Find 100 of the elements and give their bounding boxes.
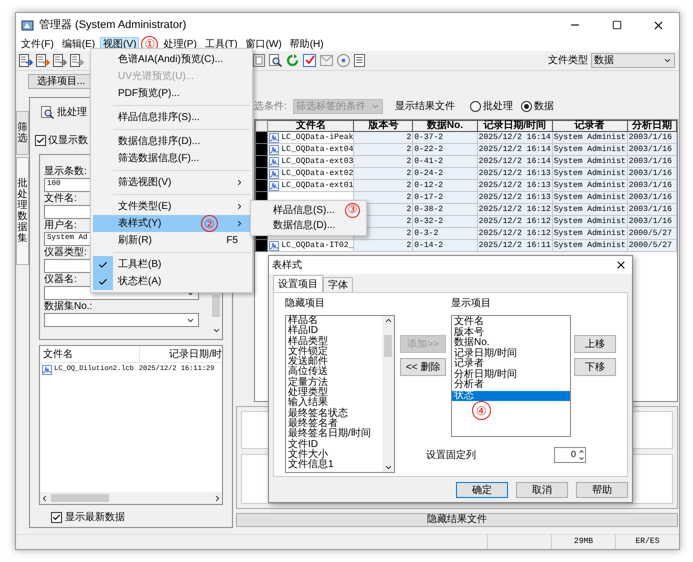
status-text: ER/ES [615,535,679,549]
table-cell: System Administ [552,144,628,156]
list-box[interactable]: 样品名 样品ID 样品类型 文件锁定 发送邮件 高位传送 定量方法 处理类型 输入结果 最终签名状态 最终签名者 最终签名日期/时间 文件ID 文件大小 文件信息1 [285,315,396,473]
radio-label: 数据 [534,100,554,114]
dialog-title: 表样式 [272,258,302,272]
file-name-text[interactable]: LC_OQData-ext04 [281,144,354,154]
list-item[interactable]: 样品类型 [288,336,382,347]
table-cell: 2000/5/27 [627,240,676,252]
dialog-button[interactable]: 取消 [516,482,568,498]
table-cell: 2025/12/2 16:13 [477,192,552,204]
table-cell: 0-17-2 [412,192,478,204]
table-cell: System Administ [552,180,628,192]
list-item[interactable]: 文件信息1 [288,460,382,470]
column-header[interactable]: 记录日期/时 [140,346,222,362]
hide-result-button[interactable]: 隐藏结果文件 [236,513,678,527]
table-cell: 2003/1/16 [627,168,676,180]
list-item[interactable]: 发送邮件 [288,357,382,368]
move-down-button[interactable]: 下移 [574,358,616,376]
side-tab[interactable]: 批处理数据集 [16,157,29,265]
file-type-dropdown[interactable]: 数据 [591,53,675,68]
list-item[interactable]: 文件名 [452,317,570,328]
list-label: 显示项目 [451,297,492,311]
panel-title: 批处理 [57,106,87,120]
list-item[interactable]: 最终签名状态 [288,408,382,419]
table-cell: 0-12-2 [412,180,478,192]
list-item[interactable]: 分析者 [452,380,570,390]
table-cell: 2003/1/16 [627,216,676,228]
step-marker: ④ [472,401,491,420]
menu-item[interactable]: 筛选数据信息(F)... [93,150,250,167]
table-cell: 0-24-2 [412,168,478,180]
file-name-text[interactable]: LC_OQData-ext02 [281,168,354,178]
column-header[interactable]: 分析日期 [627,120,676,132]
menu-item[interactable]: 数据信息排序(D)... [93,133,250,150]
list-item[interactable]: 数据No. [452,338,570,348]
table-cell: 2025/12/2 16:13 [477,180,552,192]
table-cell: 2003/1/16 [627,180,676,192]
menu-bar-item[interactable]: 处理(P) [160,37,200,51]
menu-item[interactable]: 文件类型(E) [93,198,250,215]
menu-item[interactable]: 状态栏(A) [93,273,250,290]
table-cell: System Administ [552,240,628,252]
table-cell: 0-37-2 [412,132,478,144]
menu-item[interactable]: 刷新(R) F5 [93,232,250,249]
file-name-text[interactable]: LC_OQData-ext03 [281,156,354,166]
list-item[interactable]: 记录日期/时间 [452,348,570,359]
list-item[interactable]: 文件ID [288,440,382,450]
list-item[interactable]: 样品ID [288,326,382,337]
menu-item[interactable]: 表样式(Y) ② [93,215,250,232]
table-cell: 0-3-2 [412,228,478,240]
tab[interactable]: 字体 [323,277,353,292]
menu-item[interactable]: 色谱AIA(Andi)预览(C)... [93,51,250,68]
table-cell: 2025/12/2 16:14 [477,156,552,168]
table-cell: 2 [354,156,413,168]
file-type-label: 文件类型 [548,54,588,68]
table-cell: 2 [354,240,413,252]
list-item[interactable]: 分析日期/时间 [452,370,570,380]
remove-button[interactable]: << 删除 [400,358,446,376]
menu-item[interactable]: PDF预览(P)... [93,85,250,102]
table-cell: 2 [354,168,413,180]
checkbox-label: 显示最新数据 [65,510,125,524]
show-result-label: 显示结果文件 [394,100,455,114]
menu-bar-item[interactable]: 窗口(W) [242,37,285,51]
file-name-text[interactable]: LC_OQData-IT02_ [281,240,354,250]
table-cell: 2 [354,180,413,192]
menu-item[interactable]: 样品信息排序(S)... [93,109,250,126]
table-cell: System Administ [552,204,628,216]
menu-item[interactable]: 筛选视图(V) [93,174,250,191]
list-item[interactable]: 记录者 [452,359,570,370]
field-label: 用户名: [44,219,77,232]
table-cell: 2025/12/2 16:11 [477,240,552,252]
table-cell: System Administ [552,216,628,228]
file-name-text[interactable]: LC_OQData-iPeak [281,132,354,142]
file-name-text[interactable]: LC_OQData-ext01 [281,180,354,190]
field-label: 数据集No.: [44,300,92,313]
list-item[interactable]: 版本号 [452,328,570,338]
table-cell: System Administ [552,192,628,204]
dialog-button[interactable]: 确定 [456,482,508,498]
menu-item[interactable]: 工具栏(B) [93,256,250,273]
field-label: 仪器名: [44,273,77,286]
side-tab[interactable]: 筛选 [16,111,29,155]
list-label: 隐藏项目 [285,297,326,311]
field-label: 显示条数: [44,165,87,178]
table-cell: 2025/12/2 16:14 [477,144,552,156]
table-cell: 2025/12/2 16:13 [477,168,552,180]
table-cell: 0-22-2 [412,144,478,156]
menu-bar-item[interactable]: 文件(F) [18,37,57,51]
column-header[interactable]: 数据No. [412,120,478,132]
list-item[interactable]: 高位传送 [288,367,382,378]
menu-bar-item[interactable]: 编辑(E) [58,37,98,51]
menu-bar-item[interactable]: 帮助(H) [286,37,327,51]
table-cell: 2 [354,144,413,156]
checkbox-label: 仅显示数 [48,134,88,148]
column-header[interactable]: 文件名 [40,346,140,362]
dialog-button[interactable]: 帮助 [576,482,628,498]
tab[interactable]: 设置项目 [273,275,323,292]
table-cell: 0-32-2 [412,216,478,228]
list-item[interactable]: 输入结果 [288,398,382,409]
list-item[interactable]: 最终签名日期/时间 [288,429,382,440]
move-up-button[interactable]: 上移 [574,335,616,353]
spinner-field[interactable]: 0 [554,447,586,463]
table-cell: 0-14-2 [412,240,478,252]
